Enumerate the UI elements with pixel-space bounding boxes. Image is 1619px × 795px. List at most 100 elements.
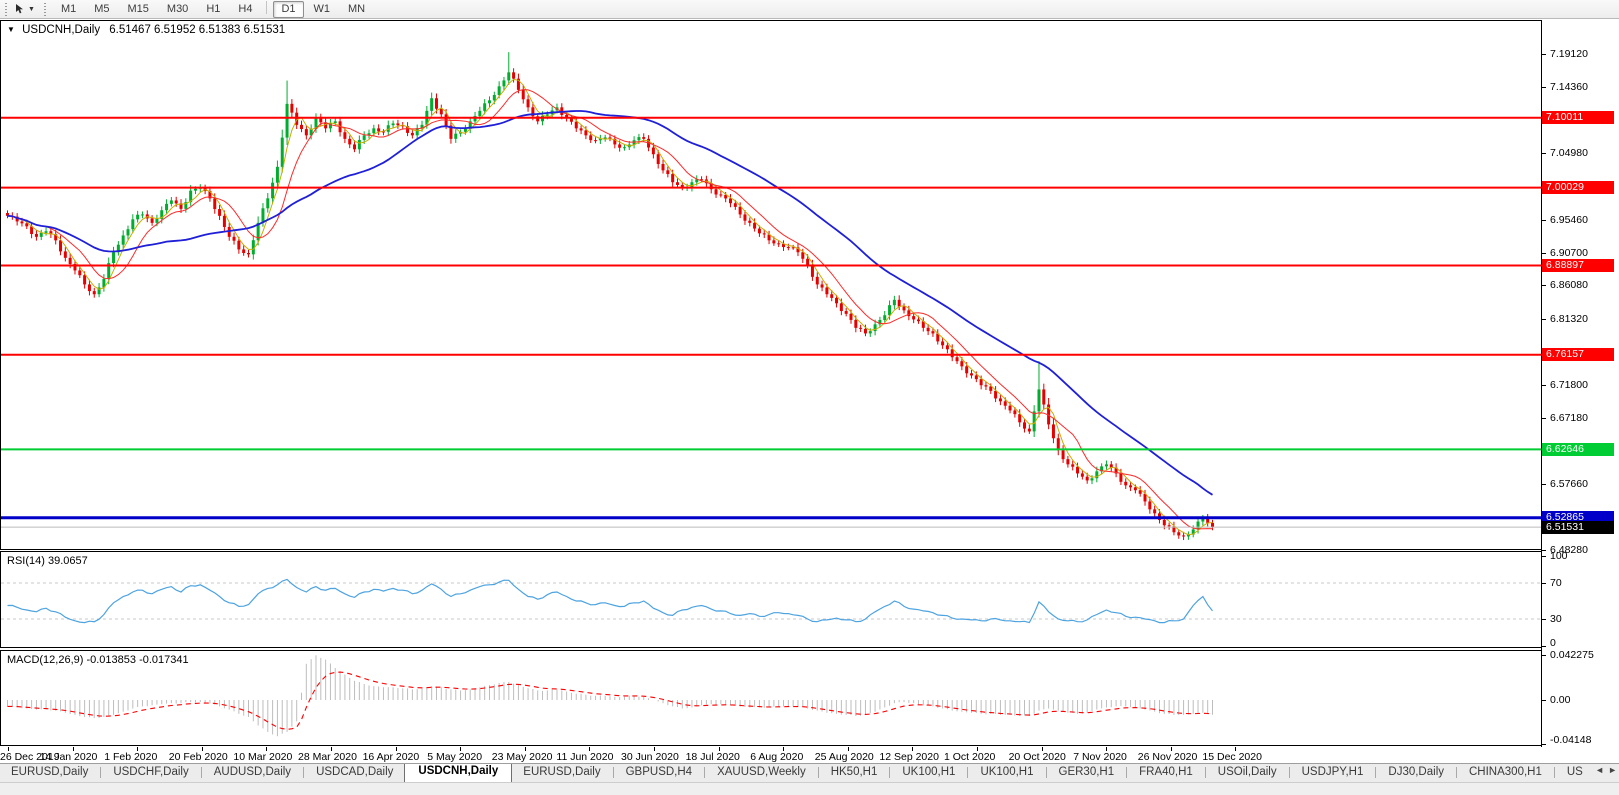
candle-body <box>850 314 853 320</box>
rsi-canvas[interactable] <box>1 552 1542 647</box>
chart-symbol-label: USDCNH,Daily <box>22 24 100 36</box>
chart-title: ▼ USDCNH,Daily 6.51467 6.51952 6.51383 6… <box>7 24 285 36</box>
chart-tab-DJ30-Daily[interactable]: DJ30,Daily <box>1377 764 1455 782</box>
timeframe-button-H4[interactable]: H4 <box>230 1 260 18</box>
candle-body <box>112 252 115 263</box>
candle-body <box>1163 520 1166 525</box>
candle-body <box>223 216 226 227</box>
candle-body <box>213 198 216 209</box>
symbol-dropdown-icon[interactable]: ▼ <box>7 25 15 34</box>
chart-tab-USDCAD-Daily[interactable]: USDCAD,Daily <box>305 764 404 782</box>
candle-body <box>1134 487 1137 490</box>
price-line-label-7.10011: 7.10011 <box>1542 111 1614 124</box>
timeframe-button-MN[interactable]: MN <box>340 1 373 18</box>
candle-body <box>893 300 896 305</box>
candle-body <box>45 231 48 233</box>
candle-body <box>242 249 245 253</box>
candle-body <box>488 100 491 103</box>
chart-tab-GBPUSD-H4[interactable]: GBPUSD,H4 <box>615 764 703 782</box>
candle-body <box>637 137 640 140</box>
rsi-tick-label: 100 <box>1550 550 1568 562</box>
candle-body <box>859 328 862 329</box>
macd-tick-label: 0.042275 <box>1550 649 1594 661</box>
toolbar-separator <box>266 1 267 14</box>
candle-body <box>869 331 872 333</box>
price-tick <box>1542 253 1546 254</box>
price-tick <box>1542 285 1546 286</box>
chart-tab-USOil-Daily[interactable]: USOil,Daily <box>1207 764 1288 782</box>
timeframe-button-M15[interactable]: M15 <box>120 1 157 18</box>
candle-body <box>1009 406 1012 411</box>
chart-tab-EURUSD-Daily[interactable]: EURUSD,Daily <box>0 764 99 782</box>
cursor-tool-dropdown-icon[interactable]: ▼ <box>28 6 35 13</box>
macd-canvas[interactable] <box>1 651 1542 745</box>
price-chart-panel[interactable]: ▼ USDCNH,Daily 6.51467 6.51952 6.51383 6… <box>0 20 1619 550</box>
chart-tab-UK100-H1[interactable]: UK100,H1 <box>891 764 966 782</box>
time-tick-label: 10 Mar 2020 <box>233 751 292 763</box>
candle-body <box>666 170 669 174</box>
candle-body <box>372 128 375 133</box>
candle-body <box>440 109 443 115</box>
timeframe-button-W1[interactable]: W1 <box>306 1 339 18</box>
candle-body <box>464 129 467 132</box>
price-tick-label: 6.86080 <box>1550 279 1588 291</box>
chart-tab-US[interactable]: US <box>1556 764 1594 782</box>
price-chart-canvas[interactable] <box>1 21 1542 549</box>
candle-body <box>1182 535 1185 536</box>
timeframe-button-H1[interactable]: H1 <box>198 1 228 18</box>
candle-body <box>507 72 510 80</box>
candle-body <box>483 103 486 111</box>
candle-body <box>281 138 284 167</box>
candle-body <box>527 99 530 107</box>
chart-tab-GER30-H1[interactable]: GER30,H1 <box>1048 764 1126 782</box>
timeframe-button-M30[interactable]: M30 <box>159 1 196 18</box>
tab-divider <box>303 767 304 778</box>
rsi-tick <box>1542 619 1546 620</box>
chart-tab-UK100-H1[interactable]: UK100,H1 <box>969 764 1044 782</box>
chart-tab-USDCNH-Daily[interactable]: USDCNH,Daily <box>404 763 512 782</box>
chart-tab-CHINA300-H1[interactable]: CHINA300,H1 <box>1458 764 1553 782</box>
candle-body <box>300 125 303 129</box>
candle-body <box>233 237 236 241</box>
candle-body <box>739 207 742 215</box>
candle-body <box>912 316 915 319</box>
candle-body <box>888 305 891 315</box>
candle-body <box>165 204 168 210</box>
chart-tab-AUDUSD-Daily[interactable]: AUDUSD,Daily <box>203 764 302 782</box>
candle-body <box>1086 477 1089 481</box>
candle-body <box>1028 429 1031 432</box>
candle-body <box>970 373 973 375</box>
candle-body <box>830 294 833 298</box>
time-axis[interactable]: 26 Dec 201914 Jan 20201 Feb 202020 Feb 2… <box>0 747 1619 763</box>
tabs-scroll-right-button[interactable]: ► <box>1608 765 1617 775</box>
chart-tab-HK50-H1[interactable]: HK50,H1 <box>820 764 889 782</box>
candle-body <box>78 270 81 275</box>
timeframe-button-D1[interactable]: D1 <box>273 1 303 18</box>
timeframe-button-M1[interactable]: M1 <box>53 1 84 18</box>
cursor-tool-icon[interactable] <box>13 2 27 16</box>
chart-tab-EURUSD-Daily[interactable]: EURUSD,Daily <box>512 764 611 782</box>
mt4-window: ▼ M1M5M15M30H1H4 D1W1MN ▼ USDCNH,Daily 6.… <box>0 0 1619 795</box>
candle-body <box>40 233 43 237</box>
toolbar-group-handle[interactable] <box>43 3 48 16</box>
price-tick-label: 6.71800 <box>1550 379 1588 391</box>
timeframe-button-M5[interactable]: M5 <box>86 1 117 18</box>
candle-body <box>811 265 814 277</box>
macd-indicator-panel[interactable]: MACD(12,26,9) -0.013853 -0.017341 <box>0 650 1619 746</box>
candle-body <box>1105 464 1108 466</box>
candle-body <box>83 275 86 284</box>
tabs-scroll-left-button[interactable]: ◄ <box>1595 765 1604 775</box>
toolbar-drag-handle[interactable] <box>4 3 9 16</box>
chart-tab-XAUUSD-Weekly[interactable]: XAUUSD,Weekly <box>706 764 817 782</box>
rsi-indicator-panel[interactable]: RSI(14) 39.0657 <box>0 551 1619 648</box>
price-line-label-6.88897: 6.88897 <box>1542 259 1614 272</box>
chart-tab-FRA40-H1[interactable]: FRA40,H1 <box>1128 764 1204 782</box>
candle-body <box>734 203 737 207</box>
candle-body <box>729 198 732 203</box>
candle-body <box>854 320 857 328</box>
candle-body <box>792 247 795 248</box>
chart-tab-USDCHF-Daily[interactable]: USDCHF,Daily <box>102 764 199 782</box>
chart-tab-USDJPY-H1[interactable]: USDJPY,H1 <box>1291 764 1375 782</box>
time-tick-label: 7 Nov 2020 <box>1073 751 1127 763</box>
price-axis[interactable]: 7.191207.143607.049806.954606.907006.860… <box>1542 20 1619 747</box>
